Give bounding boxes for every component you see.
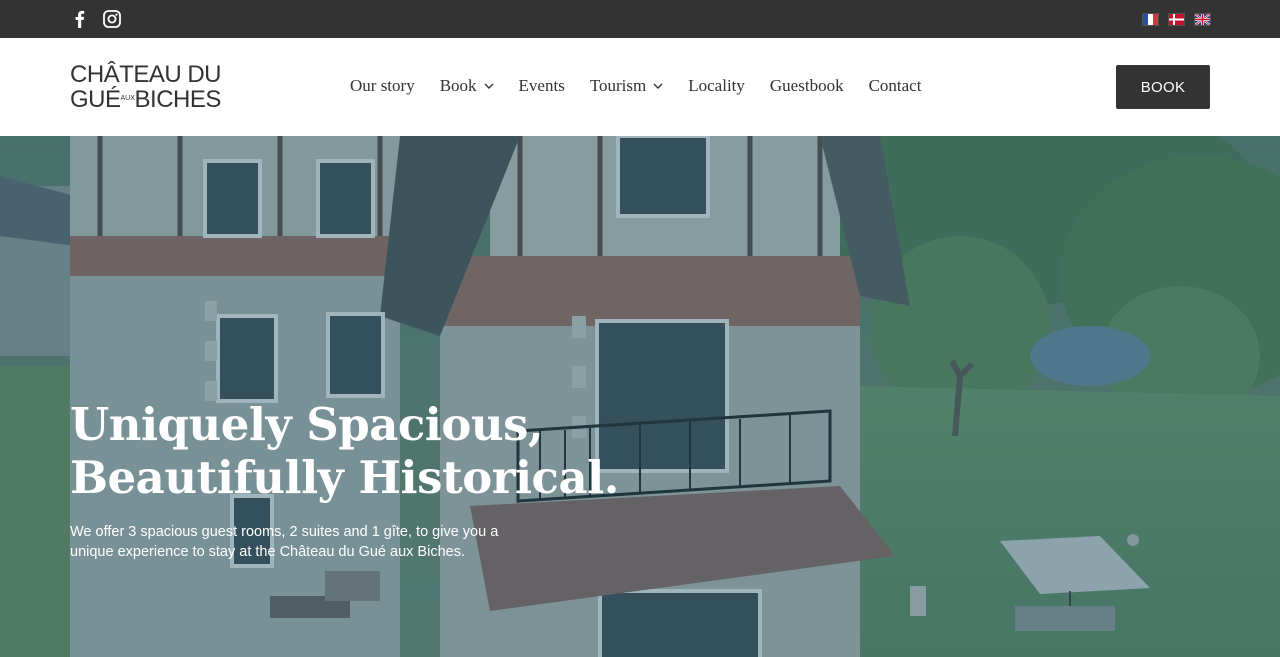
chevron-down-icon <box>653 83 663 89</box>
instagram-icon[interactable] <box>102 9 122 29</box>
nav-label: Our story <box>350 76 415 95</box>
hero-title-line-2: Beautifully Historical. <box>70 451 619 504</box>
social-links <box>70 9 122 29</box>
nav-item-contact[interactable]: Contact <box>869 76 922 96</box>
flag-uk-icon[interactable] <box>1195 14 1210 25</box>
nav-item-tourism[interactable]: Tourism <box>590 76 663 96</box>
site-logo[interactable]: CHÂTEAU DU GUÉAUXBICHES <box>70 61 222 114</box>
logo-word-gue: GUÉ <box>70 86 121 113</box>
nav-label: Tourism <box>589 76 647 95</box>
hero-chateau-photo <box>0 136 1280 657</box>
logo-word-biches: BICHES <box>134 86 222 113</box>
facebook-icon[interactable] <box>70 9 90 29</box>
nav-label: Contact <box>868 76 922 95</box>
logo-line-1: CHÂTEAU DU <box>70 61 222 88</box>
book-button[interactable]: BOOK <box>1116 65 1210 109</box>
nav-item-locality[interactable]: Locality <box>688 76 745 96</box>
logo-word-aux: AUX <box>120 94 135 102</box>
nav-label: Guestbook <box>769 76 844 95</box>
flag-denmark-icon[interactable] <box>1169 14 1184 25</box>
language-switcher <box>1143 14 1210 25</box>
nav-item-our-story[interactable]: Our story <box>350 76 415 96</box>
hero-description: We offer 3 spacious guest rooms, 2 suite… <box>70 524 499 560</box>
hero-title-line-1: Uniquely Spacious, <box>70 398 544 451</box>
site-header: CHÂTEAU DU GUÉAUXBICHES Our story Book E… <box>0 38 1280 136</box>
hero-section: Uniquely Spacious, Beautifully Historica… <box>0 136 1280 657</box>
nav-label: Book <box>439 76 477 95</box>
main-nav: Our story Book Events Tourism Locality G… <box>350 76 946 96</box>
chevron-down-icon <box>484 83 494 89</box>
logo-line-2: GUÉAUXBICHES <box>70 86 221 113</box>
nav-item-guestbook[interactable]: Guestbook <box>770 76 844 96</box>
nav-label: Events <box>518 76 565 95</box>
nav-label: Locality <box>688 76 745 95</box>
nav-item-events[interactable]: Events <box>519 76 565 96</box>
nav-item-book[interactable]: Book <box>440 76 494 96</box>
top-bar <box>0 0 1280 38</box>
flag-france-icon[interactable] <box>1143 14 1158 25</box>
hero-title: Uniquely Spacious, Beautifully Historica… <box>70 398 770 504</box>
